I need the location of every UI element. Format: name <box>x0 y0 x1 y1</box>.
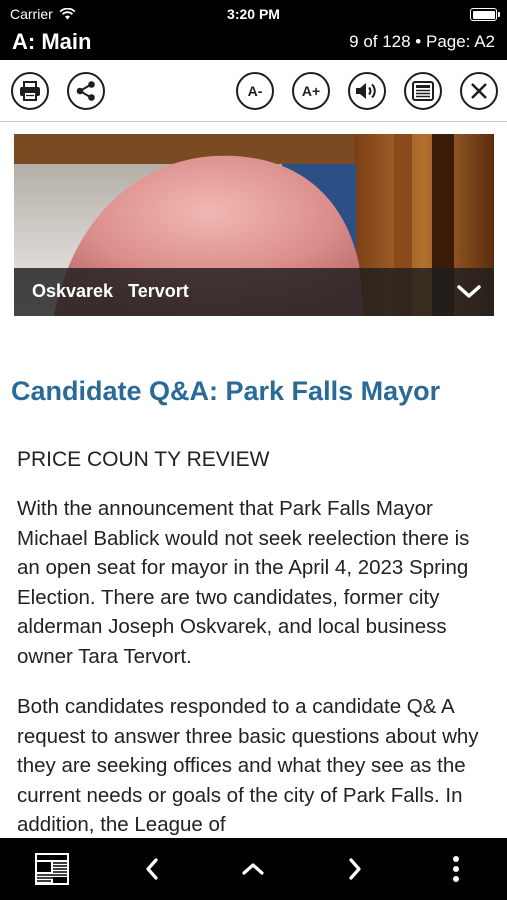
article-paragraph: Both candidates responded to a candidate… <box>17 695 479 837</box>
chevron-left-icon <box>146 858 158 880</box>
page-view-button[interactable] <box>22 838 82 900</box>
clock: 3:20 PM <box>227 6 280 22</box>
article-text-icon <box>412 81 434 101</box>
article-photo[interactable]: Oskvarek Tervort <box>14 134 494 316</box>
newspaper-page-icon <box>35 853 69 885</box>
title-bar: A: Main 9 of 128 • Page: A2 <box>0 28 507 60</box>
bottom-nav-bar <box>0 838 507 900</box>
speaker-icon <box>356 83 376 99</box>
section-title: A: Main <box>12 29 92 54</box>
more-vertical-icon <box>453 856 459 882</box>
chevron-down-icon[interactable] <box>456 280 482 302</box>
previous-button[interactable] <box>122 838 182 900</box>
share-icon <box>76 81 95 101</box>
caption-text: Oskvarek Tervort <box>32 281 189 301</box>
text-view-button[interactable] <box>404 72 442 110</box>
font-decrease-label: A- <box>247 83 263 99</box>
chevron-up-icon <box>242 863 264 875</box>
battery-icon <box>470 8 500 21</box>
scroll-up-button[interactable] <box>223 838 283 900</box>
article-byline: PRICE COUN TY REVIEW <box>17 448 270 471</box>
audio-button[interactable] <box>348 72 386 110</box>
font-decrease-button[interactable]: A- <box>236 72 274 110</box>
printer-icon <box>20 81 40 101</box>
article-headline: Candidate Q&A: Park Falls Mayor <box>11 376 441 406</box>
photo-caption: Oskvarek Tervort <box>14 268 494 316</box>
page-indicator: 9 of 128 • Page: A2 <box>349 32 495 51</box>
article-toolbar: A- A+ <box>0 60 507 122</box>
more-menu-button[interactable] <box>428 838 484 900</box>
close-icon <box>471 83 487 99</box>
print-button[interactable] <box>11 72 49 110</box>
status-bar: Carrier 3:20 PM <box>0 0 507 28</box>
article-paragraph: With the announcement that Park Falls Ma… <box>17 497 470 668</box>
font-increase-button[interactable]: A+ <box>292 72 330 110</box>
font-increase-label: A+ <box>301 83 321 99</box>
close-button[interactable] <box>460 72 498 110</box>
chevron-right-icon <box>349 858 361 880</box>
share-button[interactable] <box>67 72 105 110</box>
next-button[interactable] <box>325 838 385 900</box>
